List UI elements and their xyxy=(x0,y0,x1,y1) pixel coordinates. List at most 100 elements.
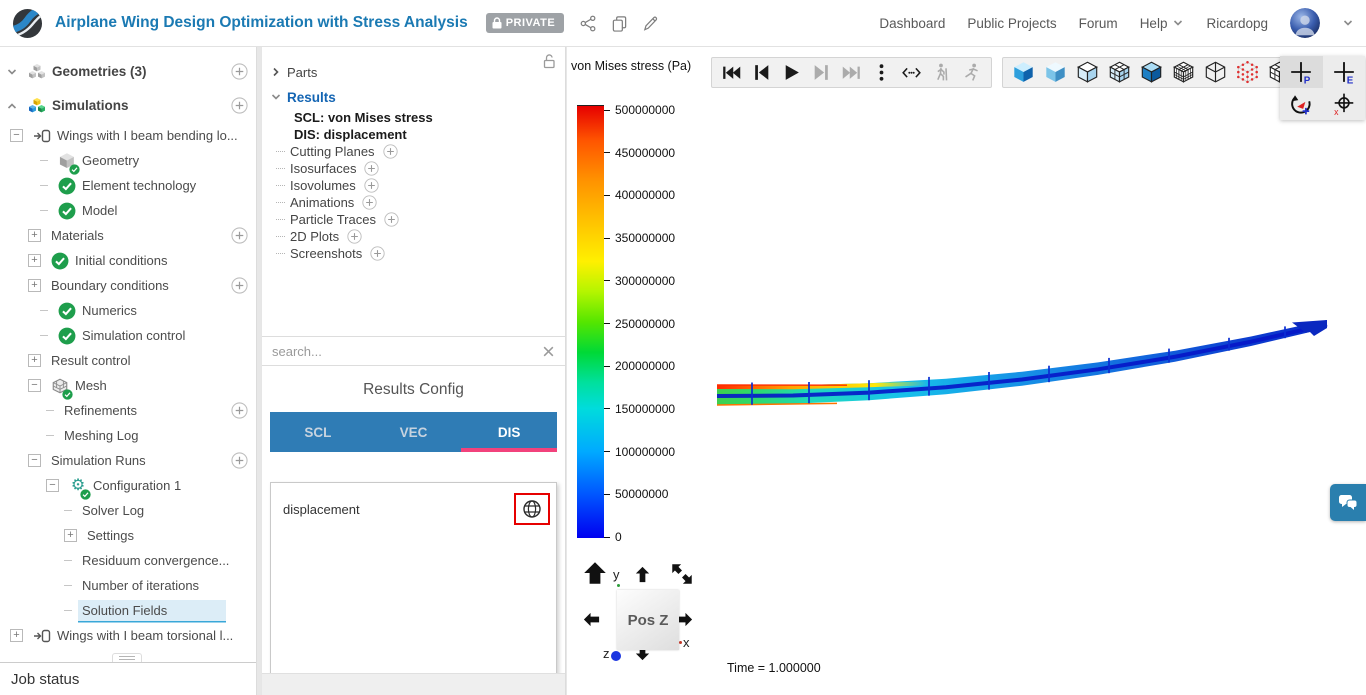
add-isosurfaces-button[interactable] xyxy=(364,161,380,176)
add-button[interactable] xyxy=(231,97,248,114)
chevron-down-icon[interactable] xyxy=(1342,17,1354,29)
skip-end-icon[interactable] xyxy=(841,62,862,83)
cube-surface-icon[interactable] xyxy=(1076,61,1099,84)
share-icon[interactable] xyxy=(580,15,597,32)
expand-box-icon[interactable]: + xyxy=(28,229,41,242)
view-cube-face[interactable]: Pos Z xyxy=(617,590,679,650)
post-tree-item-screenshots[interactable]: Screenshots xyxy=(262,245,565,262)
post-tree-item-isovolumes[interactable]: Isovolumes xyxy=(262,177,565,194)
probe-point-button[interactable]: P xyxy=(1280,56,1323,88)
tree-item-simulations[interactable]: Simulations xyxy=(0,93,256,118)
clear-search-icon[interactable] xyxy=(542,345,555,358)
pan-up-icon[interactable] xyxy=(583,561,607,585)
rotate-left-icon[interactable] xyxy=(582,610,601,629)
tab-vec[interactable]: VEC xyxy=(366,412,462,452)
tree-item-solver-log[interactable]: Solver Log xyxy=(0,498,256,523)
user-avatar[interactable] xyxy=(1290,8,1320,38)
cube-surface-mesh-icon[interactable] xyxy=(1108,61,1131,84)
add-button[interactable] xyxy=(231,227,248,244)
panel-collapse-handle[interactable] xyxy=(112,653,142,662)
tree-item-refinements[interactable]: Refinements xyxy=(0,398,256,423)
nav-item-help[interactable]: Help xyxy=(1140,16,1185,31)
tree-item-numerics[interactable]: Numerics xyxy=(0,298,256,323)
time-range-icon[interactable] xyxy=(901,62,922,83)
step-forward-icon[interactable] xyxy=(811,62,832,83)
post-tree-item-dis-displacement[interactable]: DIS: displacement xyxy=(262,126,565,143)
chev-down-icon[interactable] xyxy=(6,66,18,78)
rotate-diagonal-icon[interactable] xyxy=(667,559,697,589)
cube-wireframe-icon[interactable] xyxy=(1204,61,1227,84)
play-icon[interactable] xyxy=(781,62,802,83)
add-screenshots-button[interactable] xyxy=(370,246,385,261)
tree-item-materials[interactable]: + Materials xyxy=(0,223,256,248)
job-status-bar[interactable]: Job status xyxy=(0,662,256,695)
search-input[interactable] xyxy=(272,343,542,359)
post-tree-item-2d-plots[interactable]: 2D Plots xyxy=(262,228,565,245)
step-back-icon[interactable] xyxy=(751,62,772,83)
cube-points-icon[interactable] xyxy=(1236,61,1259,84)
tree-item-residuum-convergence[interactable]: Residuum convergence... xyxy=(0,548,256,573)
nav-item-dashboard[interactable]: Dashboard xyxy=(879,16,945,31)
nav-item-public-projects[interactable]: Public Projects xyxy=(967,16,1056,31)
chev-up-icon[interactable] xyxy=(6,100,18,112)
post-tree-item-isosurfaces[interactable]: Isosurfaces xyxy=(262,160,565,177)
tree-item-mesh[interactable]: − Mesh xyxy=(0,373,256,400)
post-tree-item-scl-von-mises-stress[interactable]: SCL: von Mises stress xyxy=(262,109,565,126)
add-cutting-planes-button[interactable] xyxy=(382,144,398,159)
support-chat-button[interactable] xyxy=(1330,484,1366,521)
add-particle-traces-button[interactable] xyxy=(384,212,399,227)
add-button[interactable] xyxy=(231,277,248,294)
add-isovolumes-button[interactable] xyxy=(364,178,379,193)
tree-item-initial-conditions[interactable]: + Initial conditions xyxy=(0,248,256,273)
post-tree-item-parts[interactable]: Parts xyxy=(262,59,565,85)
tree-item-element-technology[interactable]: Element technology xyxy=(0,173,256,198)
add-button[interactable] xyxy=(231,452,248,469)
expand-box-icon[interactable]: + xyxy=(28,279,41,292)
menu-dots-icon[interactable] xyxy=(871,62,892,83)
add-2d-plots-button[interactable] xyxy=(347,229,362,244)
post-tree-item-results[interactable]: Results xyxy=(262,85,565,109)
cube-solid-icon[interactable] xyxy=(1140,61,1163,84)
tab-dis[interactable]: DIS xyxy=(461,412,557,452)
tree-item-wings-with-i-beam-bending-lo[interactable]: − Wings with I beam bending lo... xyxy=(0,123,256,148)
post-tree-item-particle-traces[interactable]: Particle Traces xyxy=(262,211,565,228)
rotate-reset-button[interactable] xyxy=(1280,88,1323,120)
globe-icon[interactable] xyxy=(522,499,542,519)
expand-box-icon[interactable]: + xyxy=(28,254,41,267)
nav-item-forum[interactable]: Forum xyxy=(1079,16,1118,31)
cube-shaded-icon[interactable] xyxy=(1012,61,1035,84)
tab-scl[interactable]: SCL xyxy=(270,412,366,452)
tree-item-model[interactable]: Model xyxy=(0,198,256,223)
viewer-3d[interactable]: von Mises stress (Pa) 500000000 450000000… xyxy=(567,47,1366,695)
simscale-logo-icon[interactable] xyxy=(12,8,43,39)
add-button[interactable] xyxy=(231,402,248,419)
add-animations-button[interactable] xyxy=(362,195,377,210)
rotate-up-icon[interactable] xyxy=(633,565,652,584)
chev-down-icon[interactable] xyxy=(270,91,282,103)
edit-icon[interactable] xyxy=(642,15,659,32)
add-button[interactable] xyxy=(231,63,248,80)
collapse-box-icon[interactable]: − xyxy=(10,129,23,142)
run-icon[interactable] xyxy=(961,62,982,83)
cube-smooth-icon[interactable] xyxy=(1044,61,1067,84)
tree-item-solution-fields[interactable]: Solution Fields xyxy=(0,598,256,623)
tree-item-meshing-log[interactable]: Meshing Log xyxy=(0,423,256,448)
cube-mesh-icon[interactable] xyxy=(1172,61,1195,84)
nav-item-ricardopg[interactable]: Ricardopg xyxy=(1206,16,1268,31)
tree-item-geometry[interactable]: Geometry xyxy=(0,148,256,175)
tree-item-configuration-1[interactable]: − ⚙ Configuration 1 xyxy=(0,473,256,500)
center-axis-button[interactable]: x xyxy=(1323,88,1366,120)
tree-item-result-control[interactable]: + Result control xyxy=(0,348,256,373)
tree-item-wings-with-i-beam-torsional-l[interactable]: + Wings with I beam torsional l... xyxy=(0,623,256,648)
copy-icon[interactable] xyxy=(611,15,628,32)
collapse-box-icon[interactable]: − xyxy=(28,454,41,467)
expand-box-icon[interactable]: + xyxy=(28,354,41,367)
tree-item-geometries-3[interactable]: Geometries (3) xyxy=(0,59,256,84)
tree-item-settings[interactable]: + Settings xyxy=(0,523,256,548)
collapse-box-icon[interactable]: − xyxy=(28,379,41,392)
probe-element-button[interactable]: E xyxy=(1323,56,1366,88)
expand-box-icon[interactable]: + xyxy=(10,629,23,642)
tree-item-simulation-runs[interactable]: − Simulation Runs xyxy=(0,448,256,473)
post-tree-item-cutting-planes[interactable]: Cutting Planes xyxy=(262,143,565,160)
tree-item-simulation-control[interactable]: Simulation control xyxy=(0,323,256,348)
